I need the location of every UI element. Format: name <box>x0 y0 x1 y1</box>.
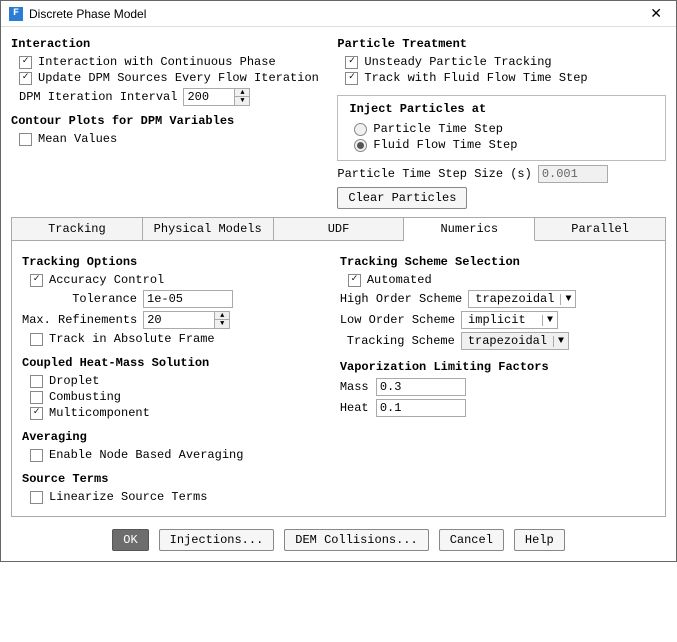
value-high-scheme: trapezoidal <box>469 291 560 307</box>
input-ts-size <box>538 165 608 183</box>
checkbox-unsteady[interactable] <box>345 56 358 69</box>
label-ts-size: Particle Time Step Size (s) <box>337 167 531 181</box>
dropdown-high-scheme[interactable]: trapezoidal ▼ <box>468 290 576 308</box>
label-update-sources: Update DPM Sources Every Flow Iteration <box>38 71 319 85</box>
tracking-scheme-title: Tracking Scheme Selection <box>340 255 655 269</box>
source-terms-title: Source Terms <box>22 472 326 486</box>
tab-udf[interactable]: UDF <box>274 217 405 241</box>
dialog-window: F Discrete Phase Model ✕ Interaction Int… <box>0 0 677 562</box>
tab-bar: Tracking Physical Models UDF Numerics Pa… <box>11 217 666 241</box>
dem-collisions-button[interactable]: DEM Collisions... <box>284 529 428 551</box>
label-dpm-iter: DPM Iteration Interval <box>19 90 177 104</box>
tab-tracking[interactable]: Tracking <box>11 217 143 241</box>
label-high-scheme: High Order Scheme <box>340 292 462 306</box>
tab-physical-models[interactable]: Physical Models <box>143 217 274 241</box>
input-max-ref[interactable] <box>144 312 214 328</box>
chevron-down-icon: ▼ <box>553 336 568 347</box>
input-mass[interactable] <box>376 378 466 396</box>
label-node-averaging: Enable Node Based Averaging <box>49 448 243 462</box>
app-icon: F <box>9 7 23 21</box>
titlebar: F Discrete Phase Model ✕ <box>1 1 676 27</box>
checkbox-accuracy[interactable] <box>30 274 43 287</box>
checkbox-track-fluid[interactable] <box>345 72 358 85</box>
label-combusting: Combusting <box>49 390 121 404</box>
chevron-down-icon: ▼ <box>542 315 557 326</box>
spinner-down-icon[interactable]: ▼ <box>215 320 229 328</box>
clear-particles-button[interactable]: Clear Particles <box>337 187 467 209</box>
particle-treatment-title: Particle Treatment <box>337 37 666 51</box>
spinner-down-icon[interactable]: ▼ <box>235 97 249 105</box>
close-icon[interactable]: ✕ <box>644 5 668 22</box>
label-linearize: Linearize Source Terms <box>49 490 207 504</box>
dropdown-tracking-scheme: trapezoidal ▼ <box>461 332 569 350</box>
dropdown-low-scheme[interactable]: implicit ▼ <box>461 311 558 329</box>
label-tracking-scheme: Tracking Scheme <box>340 334 455 348</box>
label-droplet: Droplet <box>49 374 99 388</box>
value-low-scheme: implicit <box>462 312 542 328</box>
tab-parallel[interactable]: Parallel <box>535 217 666 241</box>
window-title: Discrete Phase Model <box>29 7 644 21</box>
label-mass: Mass <box>340 380 370 394</box>
label-track-fluid: Track with Fluid Flow Time Step <box>364 71 587 85</box>
spinner-up-icon[interactable]: ▲ <box>215 312 229 320</box>
checkbox-combusting[interactable] <box>30 391 43 404</box>
interaction-title: Interaction <box>11 37 325 51</box>
tab-numerics[interactable]: Numerics <box>404 217 535 241</box>
inject-title: Inject Particles at <box>346 102 489 116</box>
label-max-ref: Max. Refinements <box>22 313 137 327</box>
label-fluid-ts: Fluid Flow Time Step <box>373 138 517 152</box>
checkbox-update-sources[interactable] <box>19 72 32 85</box>
coupled-title: Coupled Heat-Mass Solution <box>22 356 326 370</box>
checkbox-mean-values[interactable] <box>19 133 32 146</box>
spinner-dpm-iter[interactable]: ▲ ▼ <box>183 88 250 106</box>
checkbox-node-averaging[interactable] <box>30 449 43 462</box>
ok-button[interactable]: OK <box>112 529 148 551</box>
averaging-title: Averaging <box>22 430 326 444</box>
label-automated: Automated <box>367 273 432 287</box>
button-bar: OK Injections... DEM Collisions... Cance… <box>11 529 666 551</box>
label-multicomponent: Multicomponent <box>49 406 150 420</box>
input-dpm-iter[interactable] <box>184 89 234 105</box>
chevron-down-icon: ▼ <box>560 294 575 305</box>
help-button[interactable]: Help <box>514 529 565 551</box>
contour-title: Contour Plots for DPM Variables <box>11 114 325 128</box>
spinner-max-ref[interactable]: ▲ ▼ <box>143 311 230 329</box>
tab-content-numerics: Tracking Options Accuracy Control Tolera… <box>11 241 666 517</box>
label-heat: Heat <box>340 401 370 415</box>
vaporization-title: Vaporization Limiting Factors <box>340 360 655 374</box>
checkbox-linearize[interactable] <box>30 491 43 504</box>
label-particle-ts: Particle Time Step <box>373 122 503 136</box>
label-continuous-phase: Interaction with Continuous Phase <box>38 55 276 69</box>
label-unsteady: Unsteady Particle Tracking <box>364 55 551 69</box>
radio-particle-ts <box>354 123 367 136</box>
label-mean-values: Mean Values <box>38 132 117 146</box>
label-tolerance: Tolerance <box>22 292 137 306</box>
label-low-scheme: Low Order Scheme <box>340 313 455 327</box>
radio-fluid-ts <box>354 139 367 152</box>
checkbox-absolute-frame[interactable] <box>30 333 43 346</box>
input-heat[interactable] <box>376 399 466 417</box>
label-accuracy: Accuracy Control <box>49 273 164 287</box>
value-tracking-scheme: trapezoidal <box>462 333 553 349</box>
checkbox-multicomponent[interactable] <box>30 407 43 420</box>
spinner-up-icon[interactable]: ▲ <box>235 89 249 97</box>
input-tolerance[interactable] <box>143 290 233 308</box>
cancel-button[interactable]: Cancel <box>439 529 504 551</box>
checkbox-continuous-phase[interactable] <box>19 56 32 69</box>
injections-button[interactable]: Injections... <box>159 529 275 551</box>
checkbox-automated[interactable] <box>348 274 361 287</box>
label-absolute-frame: Track in Absolute Frame <box>49 332 215 346</box>
checkbox-droplet[interactable] <box>30 375 43 388</box>
tracking-options-title: Tracking Options <box>22 255 326 269</box>
